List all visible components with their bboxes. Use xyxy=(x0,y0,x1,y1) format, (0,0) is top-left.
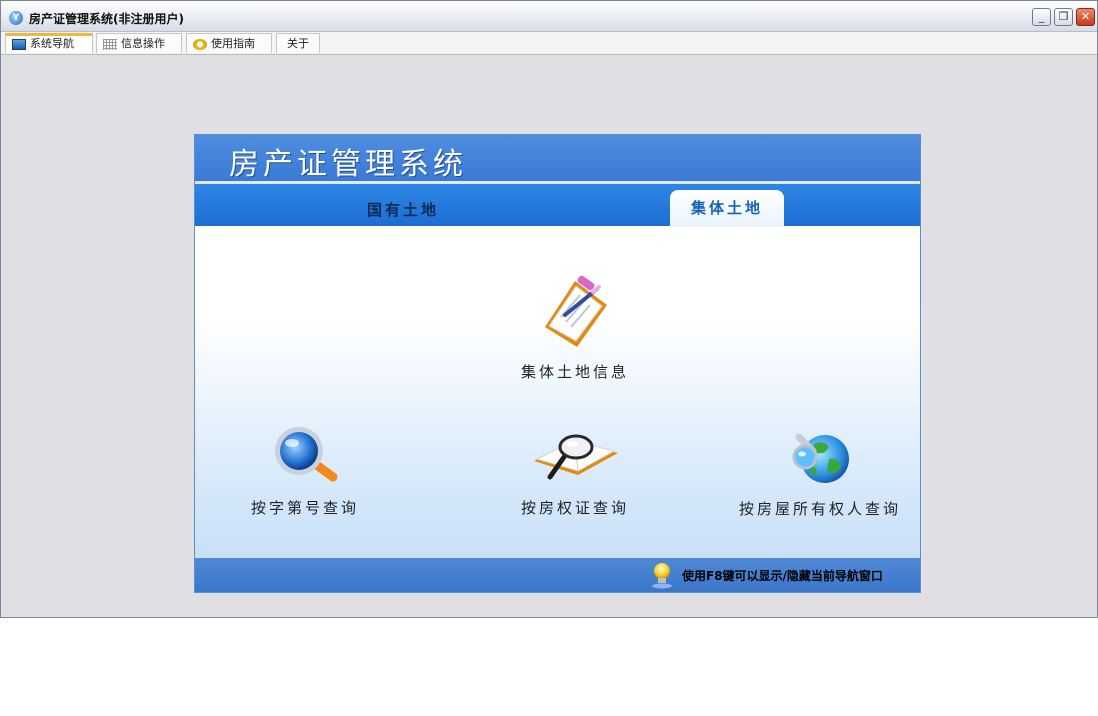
magnifier-icon xyxy=(275,427,338,482)
tab-label: 使用指南 xyxy=(211,37,255,50)
tab-label: 系统导航 xyxy=(30,37,74,50)
panel-footer: 使用F8键可以显示/隐藏当前导航窗口 xyxy=(195,558,920,592)
query-by-number-item[interactable]: 按字第号查询 xyxy=(225,425,385,518)
tab-info-operation[interactable]: 信息操作 xyxy=(96,33,182,53)
navigation-panel: 房产证管理系统 国有土地 集体土地 集体土地信息 按字第号查询 按房权证查询 按… xyxy=(194,134,921,593)
clipboard-icon xyxy=(545,275,607,347)
collective-land-info-item[interactable]: 集体土地信息 xyxy=(485,275,665,382)
globe-search-icon xyxy=(792,433,849,483)
window-title: 房产证管理系统(非注册用户) xyxy=(29,12,184,26)
minimize-button[interactable]: _ xyxy=(1032,8,1051,26)
app-logo-icon: Y xyxy=(9,11,23,25)
nav-icon xyxy=(12,38,26,50)
tab-label: 信息操作 xyxy=(121,37,165,50)
tab-system-nav[interactable]: 系统导航 xyxy=(5,33,93,53)
tab-collective-land[interactable]: 集体土地 xyxy=(670,190,784,227)
collective-land-info-label: 集体土地信息 xyxy=(520,363,629,381)
tab-about[interactable]: 关于 xyxy=(276,33,320,53)
query-by-owner-label: 按房屋所有权人查询 xyxy=(738,500,901,518)
panel-header: 房产证管理系统 xyxy=(195,135,920,182)
tab-label: 关于 xyxy=(287,37,309,50)
title-bar[interactable]: Y 房产证管理系统(非注册用户) _ ❐ ✕ xyxy=(1,1,1097,32)
grid-icon xyxy=(103,38,117,50)
query-by-cert-label: 按房权证查询 xyxy=(520,499,629,517)
tab-user-guide[interactable]: 使用指南 xyxy=(186,33,272,53)
panel-title: 房产证管理系统 xyxy=(229,147,467,182)
footer-hint: 使用F8键可以显示/隐藏当前导航窗口 xyxy=(682,569,883,583)
restore-button[interactable]: ❐ xyxy=(1054,8,1073,26)
close-button[interactable]: ✕ xyxy=(1076,8,1095,26)
help-icon xyxy=(193,38,207,50)
panel-tab-strip: 国有土地 集体土地 xyxy=(195,184,920,227)
query-by-cert-item[interactable]: 按房权证查询 xyxy=(495,425,655,518)
bulb-icon xyxy=(652,563,672,589)
query-by-owner-item[interactable]: 按房屋所有权人查询 xyxy=(725,425,915,519)
book-search-icon xyxy=(533,434,618,480)
main-tab-bar: 系统导航 信息操作 使用指南 关于 xyxy=(1,32,1097,55)
query-by-number-label: 按字第号查询 xyxy=(250,499,359,517)
tab-state-land[interactable]: 国有土地 xyxy=(367,199,439,220)
